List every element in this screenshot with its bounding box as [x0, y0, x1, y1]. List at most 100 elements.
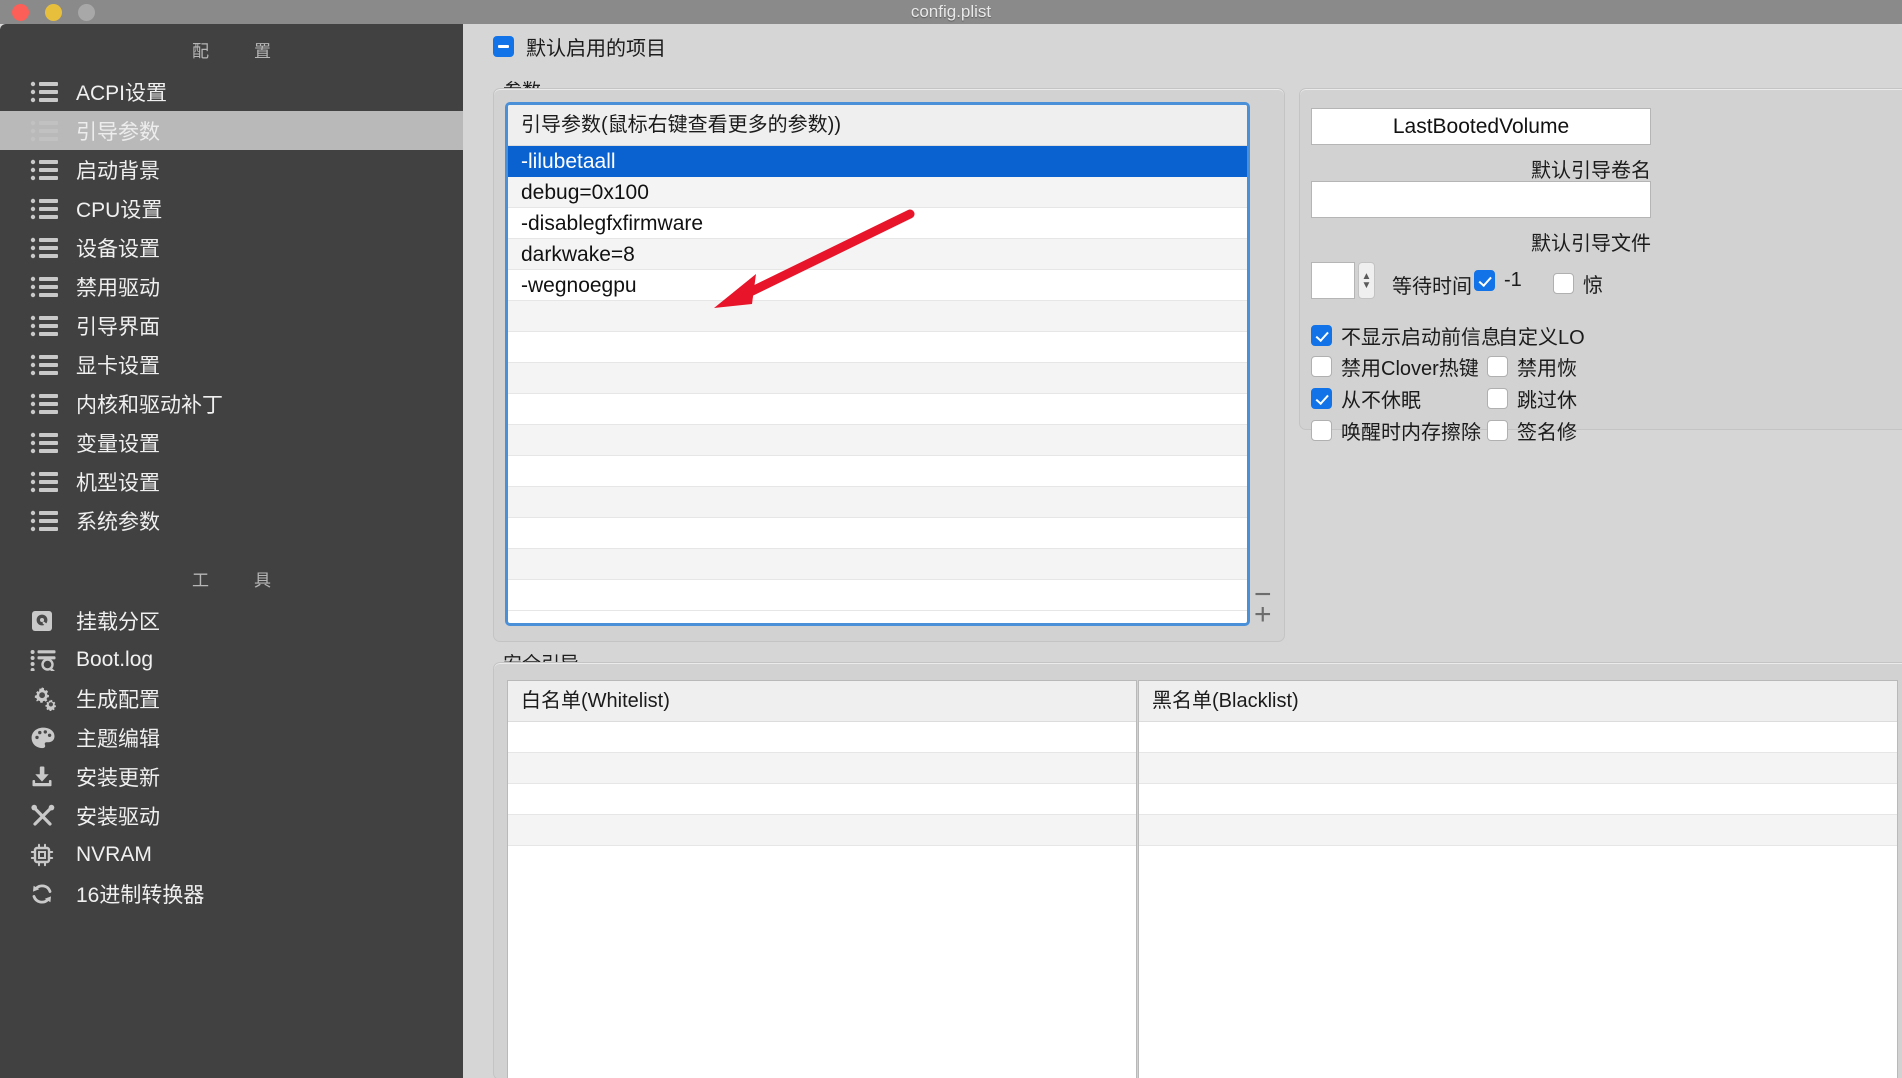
- sidebar-item-tool-6[interactable]: NVRAM: [0, 835, 463, 874]
- whitelist-row[interactable]: [508, 815, 1136, 846]
- checkbox-box[interactable]: [1311, 420, 1332, 441]
- sidebar-item-label: 显卡设置: [76, 354, 160, 378]
- whitelist-list[interactable]: 白名单(Whitelist): [507, 680, 1137, 1078]
- boot-arg-row[interactable]: [508, 487, 1247, 518]
- boot-arg-row[interactable]: [508, 580, 1247, 611]
- sidebar-item-config-5[interactable]: 禁用驱动: [0, 267, 463, 306]
- boot-arg-row[interactable]: debug=0x100: [508, 177, 1247, 208]
- whitelist-row[interactable]: [508, 753, 1136, 784]
- checkbox-no-early-progress[interactable]: 不显示启动前信息: [1311, 321, 1501, 350]
- boot-arg-row[interactable]: -wegnoegpu: [508, 270, 1247, 301]
- boot-arg-row[interactable]: [508, 518, 1247, 549]
- timeout-input[interactable]: [1311, 262, 1355, 299]
- boot-arg-row[interactable]: darkwake=8: [508, 239, 1247, 270]
- checkbox-box[interactable]: [1311, 388, 1332, 409]
- sidebar-item-config-7[interactable]: 显卡设置: [0, 345, 463, 384]
- checkbox-skip-hibernate[interactable]: 跳过休: [1487, 384, 1577, 413]
- checkbox-box[interactable]: [1553, 273, 1574, 294]
- default-loader-field[interactable]: [1311, 181, 1651, 218]
- blacklist-row[interactable]: [1139, 753, 1897, 784]
- sidebar-item-config-11[interactable]: 系统参数: [0, 501, 463, 540]
- checkbox-box[interactable]: [1487, 388, 1508, 409]
- default-volume-field[interactable]: LastBootedVolume: [1311, 108, 1651, 145]
- checkbox-box[interactable]: [1474, 270, 1495, 291]
- timeout-minus-one-checkbox[interactable]: -1: [1474, 269, 1522, 292]
- sidebar-item-tool-4[interactable]: 安装更新: [0, 757, 463, 796]
- disclosure-label: 默认启用的项目: [526, 38, 666, 60]
- sidebar-item-tool-0[interactable]: 挂载分区: [0, 601, 463, 640]
- list-icon: [30, 236, 60, 260]
- timeout-panic-checkbox[interactable]: 惊: [1553, 269, 1603, 298]
- disk-icon: [30, 609, 60, 633]
- sidebar-item-tool-5[interactable]: 安装驱动: [0, 796, 463, 835]
- sidebar-item-config-9[interactable]: 变量设置: [0, 423, 463, 462]
- checkbox-never-hibernate[interactable]: 从不休眠: [1311, 384, 1421, 413]
- checkbox-label: 禁用恢: [1517, 358, 1577, 380]
- sidebar-item-label: 机型设置: [76, 471, 160, 495]
- sidebar-item-config-8[interactable]: 内核和驱动补丁: [0, 384, 463, 423]
- sidebar-item-tool-3[interactable]: 主题编辑: [0, 718, 463, 757]
- boot-arg-row[interactable]: -lilubetaall: [508, 146, 1247, 177]
- timeout-stepper[interactable]: ▲ ▼: [1311, 262, 1375, 299]
- refresh-icon: [30, 882, 60, 906]
- sidebar-item-label: 引导界面: [76, 315, 160, 339]
- window-title: config.plist: [910, 2, 992, 21]
- sidebar-item-config-0[interactable]: ACPI设置: [0, 72, 463, 111]
- checkbox-label: 不显示启动前信息: [1341, 327, 1501, 349]
- sidebar-item-config-4[interactable]: 设备设置: [0, 228, 463, 267]
- sidebar-item-config-3[interactable]: CPU设置: [0, 189, 463, 228]
- whitelist-row[interactable]: [508, 722, 1136, 753]
- checkbox-box[interactable]: [1311, 356, 1332, 377]
- boot-arg-row[interactable]: -disablegfxfirmware: [508, 208, 1247, 239]
- sidebar-item-tool-7[interactable]: 16进制转换器: [0, 874, 463, 913]
- blacklist-row[interactable]: [1139, 722, 1897, 753]
- whitelist-rows[interactable]: [508, 722, 1136, 846]
- list-icon: [30, 197, 60, 221]
- sidebar-item-label: 变量设置: [76, 432, 160, 456]
- boot-arg-row[interactable]: [508, 394, 1247, 425]
- sidebar-item-config-2[interactable]: 启动背景: [0, 150, 463, 189]
- sidebar-tools-header: 工 具: [192, 571, 285, 590]
- boot-arg-row[interactable]: [508, 332, 1247, 363]
- checkbox-disable-clover-hotkeys[interactable]: 禁用Clover热键: [1311, 352, 1479, 381]
- sidebar-item-config-6[interactable]: 引导界面: [0, 306, 463, 345]
- checkbox-box[interactable]: [1487, 420, 1508, 441]
- boot-arg-row[interactable]: [508, 363, 1247, 394]
- boot-arg-row[interactable]: [508, 301, 1247, 332]
- sidebar-item-tool-1[interactable]: Boot.log: [0, 640, 463, 679]
- blacklist-row[interactable]: [1139, 784, 1897, 815]
- minus-box-icon[interactable]: [493, 36, 514, 57]
- stepper-down-icon[interactable]: ▼: [1362, 280, 1372, 290]
- list-icon: [30, 314, 60, 338]
- checkbox-box[interactable]: [1487, 356, 1508, 377]
- boot-arg-row[interactable]: [508, 549, 1247, 580]
- checkbox-signature-fix[interactable]: 签名修: [1487, 416, 1577, 445]
- boot-args-rows[interactable]: -lilubetaall debug=0x100 -disablegfxfirmwa…: [508, 146, 1247, 611]
- boot-args-add-button[interactable]: +: [1254, 600, 1272, 630]
- blacklist-list[interactable]: 黑名单(Blacklist): [1138, 680, 1898, 1078]
- boot-arg-row[interactable]: [508, 425, 1247, 456]
- gears-icon: [30, 686, 60, 711]
- blacklist-rows[interactable]: [1139, 722, 1897, 846]
- whitelist-row[interactable]: [508, 784, 1136, 815]
- boot-args-list[interactable]: 引导参数(鼠标右键查看更多的参数)) -lilubetaall debug=0x1…: [505, 102, 1250, 626]
- list-icon: [30, 509, 60, 533]
- sidebar-item-config-1[interactable]: 引导参数: [0, 111, 463, 150]
- sidebar-item-tool-2[interactable]: 生成配置: [0, 679, 463, 718]
- sidebar-item-config-10[interactable]: 机型设置: [0, 462, 463, 501]
- checkbox-disable-recovery[interactable]: 禁用恢: [1487, 352, 1577, 381]
- checkbox-label: 签名修: [1517, 422, 1577, 444]
- checkbox-wake-memory-erase[interactable]: 唤醒时内存擦除: [1311, 416, 1481, 445]
- sidebar-item-label: NVRAM: [76, 842, 152, 866]
- sidebar: 配 置 ACPI设置 引导参数 启动背景 CPU设置设备设置禁用驱动引导界面显卡设置内…: [0, 24, 463, 1078]
- timeout-stepper-buttons[interactable]: ▲ ▼: [1358, 262, 1375, 299]
- list-icon: [30, 392, 60, 416]
- blacklist-row[interactable]: [1139, 815, 1897, 846]
- sidebar-tools-list: 挂载分区 Boot.log 生成配置 主题编辑 安装更新 安装驱动 NVRAM 16进制转换器: [0, 601, 463, 913]
- sidebar-item-label: 设备设置: [76, 237, 160, 261]
- sidebar-config-header: 配 置: [192, 42, 285, 61]
- default-enabled-disclosure[interactable]: 默认启用的项目: [493, 32, 666, 61]
- boot-arg-row[interactable]: [508, 456, 1247, 487]
- checkbox-label: 唤醒时内存擦除: [1341, 422, 1481, 444]
- checkbox-box[interactable]: [1311, 325, 1332, 346]
